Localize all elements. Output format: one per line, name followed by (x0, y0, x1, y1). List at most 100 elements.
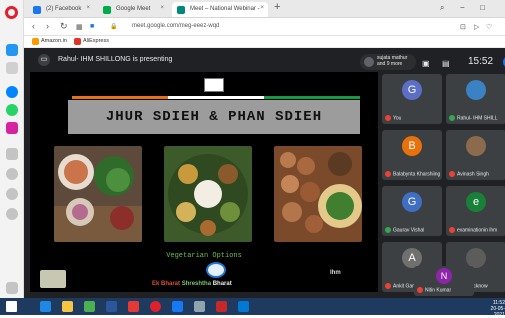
participant-tile[interactable]: G You (382, 74, 442, 124)
tab-strip: (2) Facebook × Google Meet × Meet – Nati… (24, 0, 505, 18)
avatar: B (402, 136, 422, 156)
camera-indicator-icon[interactable]: ■ (90, 23, 94, 30)
app-icon[interactable] (194, 301, 205, 312)
browser-window: (2) Facebook × Google Meet × Meet – Nati… (0, 0, 505, 318)
food-photo-1 (54, 146, 142, 242)
windows-start-icon[interactable] (6, 301, 17, 312)
brand-prefix: Ek Bharat (152, 281, 181, 287)
avatar: G (402, 80, 422, 100)
facebook-icon[interactable] (172, 301, 183, 312)
history-icon[interactable] (6, 188, 18, 200)
green-stripe (264, 96, 360, 99)
file-explorer-icon[interactable] (62, 301, 73, 312)
tab-meet-webinar[interactable]: Meet – National Webinar - × (172, 2, 268, 17)
speed-dial-icon[interactable]: ▦ (76, 23, 83, 31)
mic-off-icon (449, 170, 455, 177)
star-icon[interactable] (6, 62, 18, 74)
participant-tile[interactable]: e examinationin ihm (446, 186, 505, 236)
participant-tile[interactable]: B Balabynta Kharshiing (382, 130, 442, 180)
mic-off-icon (385, 114, 391, 121)
app-icon[interactable] (128, 301, 139, 312)
presenting-label: Rahul- IHM SHILLONG is presenting (58, 56, 173, 63)
food-photo-2-image (164, 146, 252, 242)
bookmark-aliexpress[interactable]: AliExpress (74, 38, 109, 45)
avatar (364, 57, 374, 67)
snapshot-icon[interactable]: ⊡ (460, 23, 466, 31)
windows-taskbar: 11:52 20-05-2021 (0, 298, 505, 318)
bookmark-heart-icon[interactable]: ♡ (486, 23, 492, 31)
url-field[interactable]: meet.google.com/meg-eeez-wqd (132, 23, 219, 29)
avatar (466, 136, 486, 156)
participant-name: Nitin Kumar (425, 287, 452, 293)
tab-google-meet[interactable]: Google Meet × (98, 2, 168, 17)
edge-icon[interactable] (40, 301, 51, 312)
meet-icon (103, 6, 111, 14)
tab-facebook[interactable]: (2) Facebook × (28, 2, 94, 17)
heart-icon[interactable] (6, 168, 18, 180)
participant-tile[interactable]: Rahul- IHM SHILL (446, 74, 505, 124)
close-tab-icon[interactable]: × (86, 5, 90, 11)
food-photo-3 (274, 146, 362, 242)
brand-middle: Shreshtha (181, 281, 212, 287)
settings-icon[interactable] (6, 208, 18, 220)
participant-name: Avinash Singh (457, 171, 489, 177)
store-icon[interactable] (84, 301, 95, 312)
tab-label: Meet – National Webinar - (190, 6, 260, 12)
play-icon[interactable] (6, 148, 18, 160)
slide-title: JHUR SDIEH & PHAN SDIEH (105, 109, 323, 125)
participant-name: Balabynta Kharshiing (393, 171, 441, 177)
slide-corner-mark: Ihm (330, 270, 341, 276)
chat-icon[interactable] (6, 86, 18, 98)
avatar: N (436, 268, 452, 284)
mic-off-icon (449, 226, 455, 233)
avatar: G (402, 192, 422, 212)
meeting-clock: 15:52 (468, 56, 494, 67)
opera-logo-icon[interactable] (5, 6, 18, 19)
word-icon[interactable] (106, 301, 117, 312)
mic-off-icon (417, 286, 423, 293)
layout-icon[interactable]: ▣ (422, 59, 430, 68)
participant-name: examinationin ihm (457, 227, 498, 233)
mic-off-icon (385, 282, 391, 289)
participant-tile[interactable]: Avinash Singh (446, 130, 505, 180)
app-icon[interactable] (216, 301, 227, 312)
instagram-icon[interactable] (6, 122, 18, 134)
meet-icon (177, 6, 185, 14)
participant-tile[interactable]: G Gaurav Vishal (382, 186, 442, 236)
participant-name-row: Avinash Singh (449, 170, 489, 177)
saffron-stripe (72, 96, 168, 99)
reload-icon[interactable]: ↻ (60, 21, 68, 32)
more-icon[interactable] (6, 282, 18, 294)
app-icon[interactable] (238, 301, 249, 312)
opera-icon[interactable] (150, 301, 161, 312)
system-date: 20-05-2021 (490, 306, 505, 318)
back-icon[interactable]: ‹ (32, 21, 35, 31)
maximize-icon[interactable]: □ (480, 3, 485, 12)
address-bar: ‹ › ↻ ▦ ■ 🔒 meet.google.com/meg-eeez-wqd… (24, 18, 505, 36)
participant-tile[interactable]: N Nitin Kumar (414, 266, 474, 296)
participant-name: Rahul- IHM SHILL (457, 115, 498, 121)
participant-name-row: Nitin Kumar (417, 286, 452, 293)
search-tabs-icon[interactable]: ⌕ (440, 3, 444, 13)
white-stripe (168, 96, 264, 99)
participant-name-row: Rahul- IHM SHILL (449, 114, 498, 121)
avatar (466, 248, 486, 268)
whatsapp-icon[interactable] (6, 104, 18, 116)
food-photo-1-image (54, 146, 142, 242)
food-photo-3-image (274, 146, 362, 242)
close-tab-icon[interactable]: × (260, 5, 264, 11)
close-tab-icon[interactable]: × (160, 5, 164, 11)
vpn-icon[interactable]: ▷ (474, 23, 479, 31)
new-tab-button[interactable]: + (274, 1, 280, 13)
presenter-thumbnail[interactable] (40, 270, 66, 288)
forward-icon[interactable]: › (46, 21, 49, 31)
bookmark-amazon[interactable]: Amazon.in (32, 38, 67, 45)
participant-name: Gaurav Vishal (393, 227, 425, 233)
avatar: e (466, 192, 486, 212)
shared-slide: JHUR SDIEH & PHAN SDIEH Vegetarian Optio… (30, 72, 378, 292)
participants-chip[interactable]: sujata mathur and 9 more (360, 54, 416, 70)
minimize-icon[interactable]: − (460, 3, 465, 12)
messenger-icon[interactable] (6, 44, 18, 56)
participant-name-row: examinationin ihm (449, 226, 498, 233)
chat-icon[interactable]: ▤ (442, 59, 450, 68)
